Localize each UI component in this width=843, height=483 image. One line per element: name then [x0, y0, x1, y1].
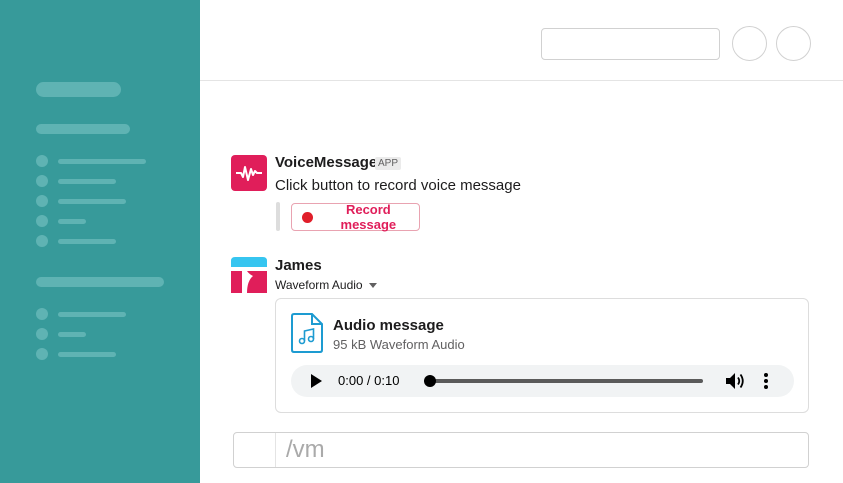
- composer-divider: [275, 433, 276, 467]
- play-icon[interactable]: [311, 374, 322, 388]
- sidebar-item-6[interactable]: [58, 312, 126, 317]
- search-input[interactable]: [541, 28, 720, 60]
- sidebar: [0, 0, 200, 483]
- sidebar-heading-placeholder: [36, 124, 130, 134]
- james-avatar[interactable]: [231, 257, 267, 293]
- message-input[interactable]: [286, 437, 786, 463]
- record-message-label: Record message: [340, 202, 397, 232]
- more-options-icon[interactable]: [764, 373, 768, 389]
- record-dot-icon: [302, 211, 313, 223]
- header-button-2[interactable]: [776, 26, 811, 61]
- sidebar-item-7-icon: [36, 328, 48, 340]
- message-composer: [233, 432, 809, 468]
- sidebar-item-7[interactable]: [58, 332, 86, 337]
- sidebar-heading-placeholder-2: [36, 277, 164, 287]
- sidebar-item-4-icon: [36, 215, 48, 227]
- file-subtitle: 95 kB Waveform Audio: [333, 337, 465, 352]
- audio-time: 0:00 / 0:10: [338, 373, 400, 388]
- voicemessage-avatar[interactable]: [231, 155, 267, 191]
- header: [200, 0, 843, 81]
- seek-thumb[interactable]: [424, 375, 436, 387]
- file-type-label: Waveform Audio: [275, 278, 363, 292]
- audio-player: 0:00 / 0:10: [291, 365, 794, 397]
- message-text: Click button to record voice message: [275, 177, 521, 194]
- sidebar-item-5[interactable]: [58, 239, 116, 244]
- sidebar-item-5-icon: [36, 235, 48, 247]
- volume-icon[interactable]: [725, 372, 745, 390]
- sidebar-item-3[interactable]: [58, 199, 126, 204]
- sidebar-item-8-icon: [36, 348, 48, 360]
- app-badge: APP: [375, 157, 402, 170]
- audio-file-icon: [291, 313, 323, 353]
- waveform-icon: [236, 166, 262, 181]
- sender-name-james[interactable]: James: [275, 257, 322, 274]
- file-type-dropdown[interactable]: Waveform Audio: [275, 278, 377, 292]
- audio-file-card[interactable]: Audio message 95 kB Waveform Audio 0:00 …: [275, 298, 809, 413]
- workspace-name-placeholder[interactable]: [36, 82, 121, 97]
- sidebar-item-2-icon: [36, 175, 48, 187]
- record-message-button[interactable]: Record message: [291, 202, 420, 232]
- audio-seek-bar[interactable]: [424, 375, 703, 387]
- sidebar-item-4[interactable]: [58, 219, 86, 224]
- sidebar-item-3-icon: [36, 195, 48, 207]
- header-button-1[interactable]: [732, 26, 767, 61]
- sidebar-item-1-icon: [36, 155, 48, 167]
- sender-name-voicemessage[interactable]: VoiceMessage: [275, 154, 377, 171]
- file-title[interactable]: Audio message: [333, 317, 444, 334]
- sidebar-item-6-icon: [36, 308, 48, 320]
- caret-down-icon: [368, 282, 377, 288]
- attachment-bar: [276, 202, 280, 231]
- sidebar-item-1[interactable]: [58, 159, 146, 164]
- sidebar-item-8[interactable]: [58, 352, 116, 357]
- sidebar-item-2[interactable]: [58, 179, 116, 184]
